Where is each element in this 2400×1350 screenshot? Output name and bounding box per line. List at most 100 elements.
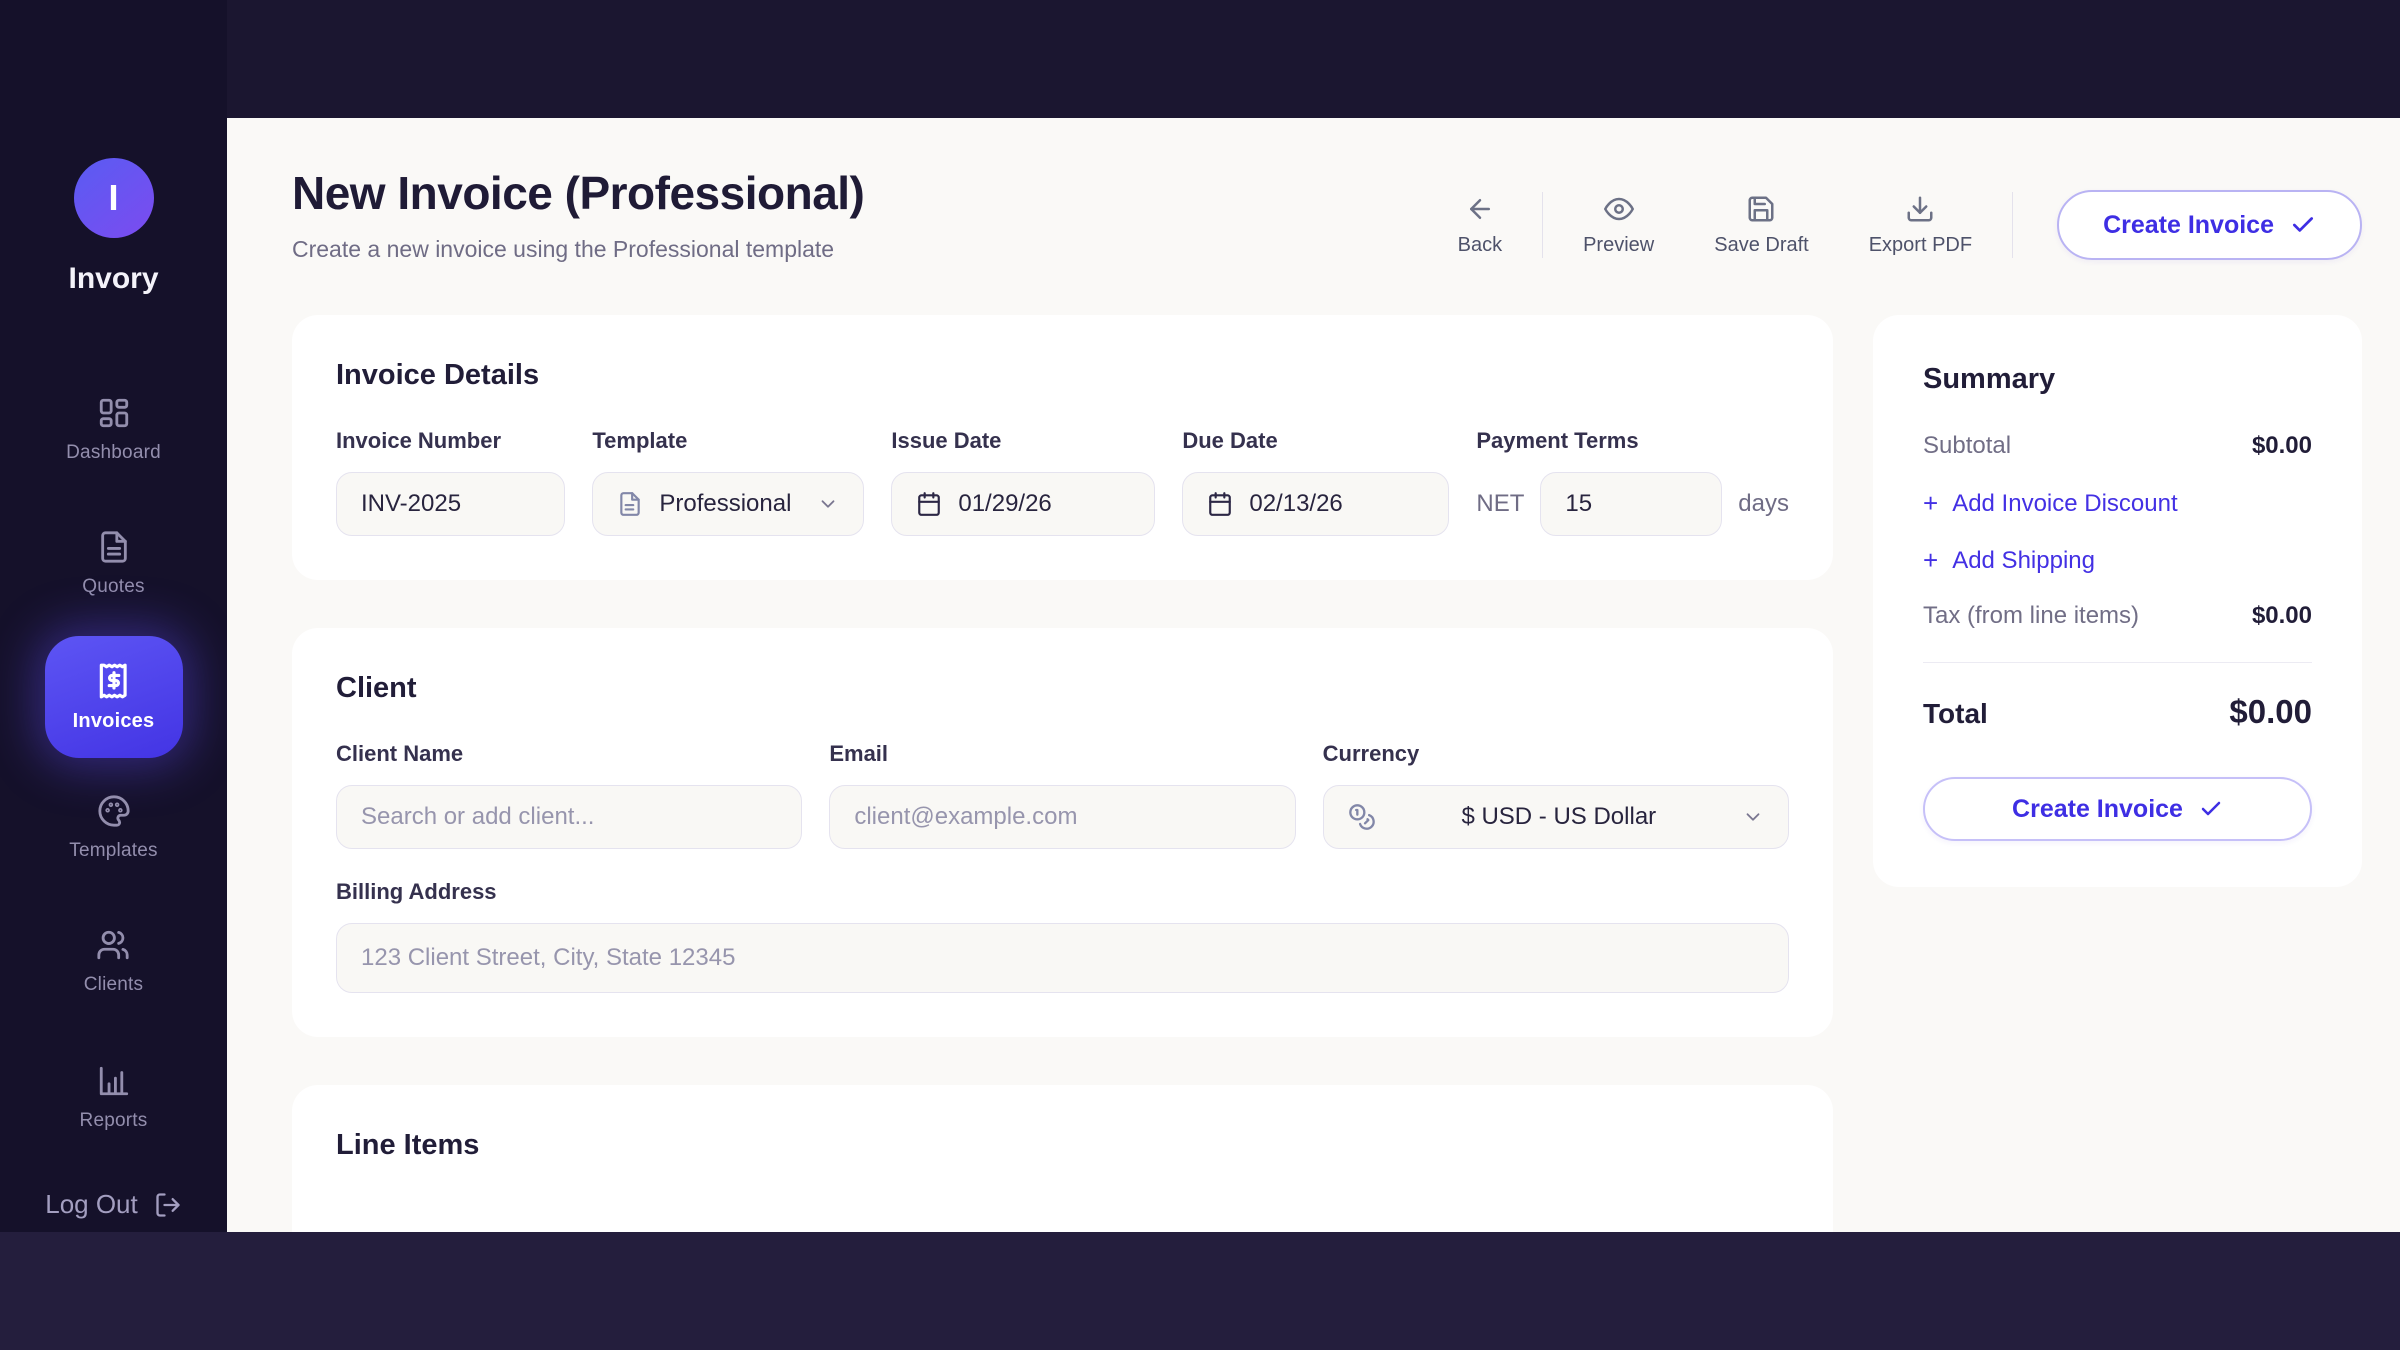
client-name-field: Client Name	[336, 741, 802, 849]
email-field: Email	[829, 741, 1295, 849]
invoice-number-input[interactable]	[336, 472, 565, 536]
invoice-details-fields: Invoice Number Template Professional Iss…	[336, 428, 1789, 536]
export-pdf-button[interactable]: Export PDF	[1839, 194, 2002, 257]
save-draft-button[interactable]: Save Draft	[1684, 194, 1838, 257]
due-date-input[interactable]: 02/13/26	[1182, 472, 1449, 536]
save-icon	[1746, 194, 1776, 224]
billing-address-input[interactable]	[336, 923, 1789, 993]
sidebar-item-invoices[interactable]: Invoices	[45, 636, 183, 758]
back-button[interactable]: Back	[1428, 194, 1532, 257]
back-label: Back	[1458, 234, 1502, 257]
quotes-icon	[97, 530, 131, 564]
chevron-down-icon	[1742, 806, 1764, 828]
form-column: Invoice Details Invoice Number Template …	[292, 315, 1833, 1232]
download-icon	[1905, 194, 1935, 224]
total-value: $0.00	[2229, 693, 2312, 731]
logout-label: Log Out	[45, 1189, 138, 1220]
sidebar: I Invory Dashboard Quotes Invoices Templ…	[0, 0, 227, 1232]
invoice-number-label: Invoice Number	[336, 428, 565, 454]
payment-terms-label: Payment Terms	[1476, 428, 1789, 454]
preview-label: Preview	[1583, 234, 1654, 257]
tax-label: Tax (from line items)	[1923, 602, 2139, 630]
page-header: New Invoice (Professional) Create a new …	[292, 166, 2362, 263]
billing-address-label: Billing Address	[336, 879, 1789, 905]
main-content: New Invoice (Professional) Create a new …	[227, 118, 2400, 1232]
sidebar-item-templates[interactable]: Templates	[69, 794, 157, 862]
sidebar-item-clients[interactable]: Clients	[84, 928, 143, 996]
email-input[interactable]	[829, 785, 1295, 849]
clients-icon	[96, 928, 130, 962]
eye-icon	[1604, 194, 1634, 224]
page-titles: New Invoice (Professional) Create a new …	[292, 166, 864, 263]
line-items-card: Line Items	[292, 1085, 1833, 1232]
calendar-icon	[1207, 491, 1233, 517]
create-invoice-label: Create Invoice	[2012, 795, 2183, 824]
coins-icon	[1348, 803, 1376, 831]
sidebar-item-label: Dashboard	[66, 442, 161, 464]
due-date-value: 02/13/26	[1249, 490, 1342, 518]
template-value: Professional	[659, 490, 791, 518]
client-fields: Client Name Email Currency $ USD - US Do…	[336, 741, 1789, 849]
invoice-number-field: Invoice Number	[336, 428, 565, 536]
add-invoice-discount-link[interactable]: + Add Invoice Discount	[1923, 488, 2178, 519]
payment-terms-input[interactable]	[1540, 472, 1722, 536]
create-invoice-button[interactable]: Create Invoice	[2057, 190, 2362, 260]
subtotal-row: Subtotal $0.00	[1923, 432, 2312, 460]
check-icon	[2199, 797, 2223, 821]
total-label: Total	[1923, 698, 1988, 730]
issue-date-input[interactable]: 01/29/26	[891, 472, 1155, 536]
total-row: Total $0.00	[1923, 693, 2312, 731]
invoice-details-heading: Invoice Details	[336, 359, 1789, 392]
template-field: Template Professional	[592, 428, 864, 536]
currency-label: Currency	[1323, 741, 1789, 767]
subtotal-label: Subtotal	[1923, 432, 2011, 460]
arrow-left-icon	[1465, 194, 1495, 224]
summary-card: Summary Subtotal $0.00 + Add Invoice Dis…	[1873, 315, 2362, 887]
plus-icon: +	[1923, 545, 1938, 576]
chevron-down-icon	[817, 493, 839, 515]
sidebar-item-reports[interactable]: Reports	[80, 1064, 148, 1132]
logo-letter: I	[108, 177, 118, 219]
sidebar-nav: Dashboard Quotes Invoices Templates Clie…	[0, 396, 227, 1132]
create-invoice-button-summary[interactable]: Create Invoice	[1923, 777, 2312, 841]
add-invoice-discount-label: Add Invoice Discount	[1952, 490, 2177, 518]
currency-select[interactable]: $ USD - US Dollar	[1323, 785, 1789, 849]
currency-field: Currency $ USD - US Dollar	[1323, 741, 1789, 849]
sidebar-item-label: Invoices	[73, 710, 155, 733]
client-card: Client Client Name Email Currency	[292, 628, 1833, 1037]
logout-button[interactable]: Log Out	[45, 1189, 182, 1220]
divider	[1542, 192, 1543, 258]
dashboard-icon	[97, 396, 131, 430]
divider	[1923, 662, 2312, 663]
add-shipping-link[interactable]: + Add Shipping	[1923, 545, 2095, 576]
due-date-label: Due Date	[1182, 428, 1449, 454]
sidebar-item-dashboard[interactable]: Dashboard	[66, 396, 161, 464]
tax-value: $0.00	[2252, 602, 2312, 630]
currency-value: $ USD - US Dollar	[1392, 803, 1726, 831]
create-invoice-label: Create Invoice	[2103, 211, 2274, 240]
reports-icon	[97, 1064, 131, 1098]
invoice-details-card: Invoice Details Invoice Number Template …	[292, 315, 1833, 580]
export-pdf-label: Export PDF	[1869, 234, 1972, 257]
main-grid: Invoice Details Invoice Number Template …	[292, 315, 2362, 1232]
client-name-input[interactable]	[336, 785, 802, 849]
sidebar-item-label: Reports	[80, 1110, 148, 1132]
sidebar-item-quotes[interactable]: Quotes	[82, 530, 144, 598]
invoices-icon	[95, 662, 133, 700]
issue-date-field: Issue Date 01/29/26	[891, 428, 1155, 536]
plus-icon: +	[1923, 488, 1938, 519]
logout-icon	[154, 1191, 182, 1219]
net-label: NET	[1476, 490, 1524, 518]
summary-heading: Summary	[1923, 363, 2312, 396]
add-shipping-label: Add Shipping	[1952, 547, 2095, 575]
app-logo: I Invory	[68, 158, 158, 296]
sidebar-item-label: Templates	[69, 840, 157, 862]
calendar-icon	[916, 491, 942, 517]
preview-button[interactable]: Preview	[1553, 194, 1684, 257]
template-select[interactable]: Professional	[592, 472, 864, 536]
billing-address-field: Billing Address	[336, 879, 1789, 993]
template-label: Template	[592, 428, 864, 454]
client-heading: Client	[336, 672, 1789, 705]
client-name-label: Client Name	[336, 741, 802, 767]
subtotal-value: $0.00	[2252, 432, 2312, 460]
